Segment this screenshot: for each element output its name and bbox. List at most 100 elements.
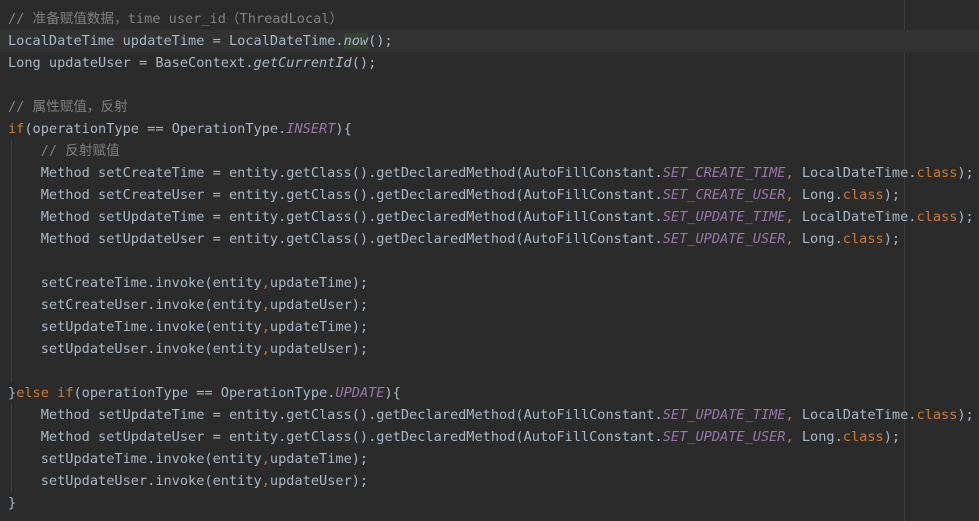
indent-guide — [11, 206, 12, 228]
code-token: Method setCreateTime = entity.getClass()… — [8, 165, 663, 181]
code-token: LocalDateTime. — [801, 209, 917, 225]
code-token: } — [8, 385, 17, 401]
code-line[interactable]: }else if(operationType == OperationType.… — [0, 382, 979, 404]
code-line[interactable]: setUpdateUser.invoke(entity,updateUser); — [0, 338, 979, 360]
code-line[interactable]: Method setCreateUser = entity.getClass()… — [0, 184, 979, 206]
code-token: ){ — [335, 121, 352, 137]
code-token: , — [785, 429, 802, 445]
code-line[interactable]: Method setUpdateUser = entity.getClass()… — [0, 426, 979, 448]
code-token: ){ — [384, 385, 401, 401]
code-token: class — [916, 165, 958, 181]
code-token: class — [916, 407, 958, 423]
code-line[interactable]: // 属性赋值，反射 — [0, 96, 979, 118]
indent-guide — [11, 316, 12, 338]
code-token: ); — [957, 407, 974, 423]
code-line[interactable]: } — [0, 492, 979, 514]
code-token: SET_CREATE_USER — [662, 187, 786, 203]
code-line[interactable]: setUpdateTime.invoke(entity,updateTime); — [0, 448, 979, 470]
code-token: ); — [883, 429, 901, 445]
code-token: , — [261, 451, 270, 467]
code-token: , — [785, 209, 802, 225]
indent-guide — [11, 272, 12, 294]
code-token: } — [8, 495, 17, 511]
code-token: , — [261, 473, 270, 489]
code-token: SET_UPDATE_TIME — [662, 209, 786, 225]
code-line[interactable]: // 反射赋值 — [0, 140, 979, 162]
code-token: setUpdateUser.invoke(entity — [8, 341, 262, 357]
code-token: setUpdateTime.invoke(entity — [8, 319, 262, 335]
code-token: // 反射赋值 — [40, 143, 120, 159]
code-token: (operationType == OperationType. — [73, 385, 336, 401]
code-token: , — [261, 341, 270, 357]
code-token: // 准备赋值数据，time user_id（ThreadLocal） — [8, 11, 344, 27]
indent-guide — [11, 360, 12, 382]
code-line[interactable]: setUpdateTime.invoke(entity,updateTime); — [0, 316, 979, 338]
code-token: ); — [883, 187, 901, 203]
code-token: INSERT — [286, 121, 336, 137]
code-line[interactable]: Method setUpdateUser = entity.getClass()… — [0, 228, 979, 250]
code-token: , — [785, 407, 802, 423]
indent-guide — [11, 448, 12, 470]
indent-guide — [11, 338, 12, 360]
code-line[interactable]: Method setUpdateTime = entity.getClass()… — [0, 206, 979, 228]
indent-guide — [11, 250, 12, 272]
code-token: SET_UPDATE_USER — [662, 231, 786, 247]
indent-guide — [11, 162, 12, 184]
code-token: , — [785, 165, 802, 181]
code-token: Method setUpdateTime = entity.getClass()… — [8, 407, 663, 423]
code-line[interactable]: Method setCreateTime = entity.getClass()… — [0, 162, 979, 184]
code-token: class — [842, 231, 884, 247]
code-token: updateTime); — [269, 451, 369, 467]
code-token: now — [343, 33, 369, 49]
code-line[interactable]: setCreateUser.invoke(entity,updateUser); — [0, 294, 979, 316]
code-token: setUpdateTime.invoke(entity — [8, 451, 262, 467]
code-token: , — [785, 231, 802, 247]
code-token: (); — [351, 55, 377, 71]
code-token: , — [261, 319, 270, 335]
code-token: ); — [957, 165, 974, 181]
code-token: setCreateTime.invoke(entity — [8, 275, 262, 291]
code-token: , — [261, 297, 270, 313]
code-token: getCurrentId — [253, 55, 352, 71]
indent-guide — [11, 184, 12, 206]
code-line[interactable] — [0, 360, 979, 382]
code-line-current[interactable]: LocalDateTime updateTime = LocalDateTime… — [0, 30, 979, 52]
code-token: Method setCreateUser = entity.getClass()… — [8, 187, 663, 203]
code-token: updateTime); — [269, 275, 369, 291]
code-token: Long. — [801, 429, 843, 445]
code-token: LocalDateTime. — [801, 407, 917, 423]
code-token: UPDATE — [335, 385, 385, 401]
code-token: updateTime); — [269, 319, 369, 335]
indent-guide — [11, 140, 12, 162]
code-line[interactable]: Long updateUser = BaseContext.getCurrent… — [0, 52, 979, 74]
code-line[interactable]: setUpdateUser.invoke(entity,updateUser); — [0, 470, 979, 492]
code-token: ); — [957, 209, 974, 225]
code-line[interactable]: Method setUpdateTime = entity.getClass()… — [0, 404, 979, 426]
code-token: class — [842, 187, 884, 203]
code-editor[interactable]: // 准备赋值数据，time user_id（ThreadLocal） Local… — [0, 0, 979, 521]
code-token: if — [8, 121, 25, 137]
code-token: Long. — [801, 231, 843, 247]
code-token: LocalDateTime. — [801, 165, 917, 181]
code-token: updateUser); — [269, 473, 369, 489]
code-token: setUpdateUser.invoke(entity — [8, 473, 262, 489]
code-line[interactable] — [0, 74, 979, 96]
indent-guide — [11, 470, 12, 492]
code-line[interactable]: if(operationType == OperationType.INSERT… — [0, 118, 979, 140]
code-area[interactable]: // 准备赋值数据，time user_id（ThreadLocal） Local… — [0, 8, 979, 514]
code-line[interactable]: setCreateTime.invoke(entity,updateTime); — [0, 272, 979, 294]
code-line[interactable] — [0, 250, 979, 272]
code-token: SET_CREATE_TIME — [662, 165, 786, 181]
code-token: SET_UPDATE_USER — [662, 429, 786, 445]
code-line[interactable]: // 准备赋值数据，time user_id（ThreadLocal） — [0, 8, 979, 30]
code-token: , — [261, 275, 270, 291]
code-token: updateUser); — [269, 341, 369, 357]
code-token: else if — [16, 385, 74, 401]
code-token: class — [916, 209, 958, 225]
code-token: Method setUpdateUser = entity.getClass()… — [8, 231, 663, 247]
code-token: updateUser); — [269, 297, 369, 313]
code-token: (operationType == OperationType. — [24, 121, 287, 137]
code-token: // 属性赋值，反射 — [8, 99, 128, 115]
code-token: class — [842, 429, 884, 445]
